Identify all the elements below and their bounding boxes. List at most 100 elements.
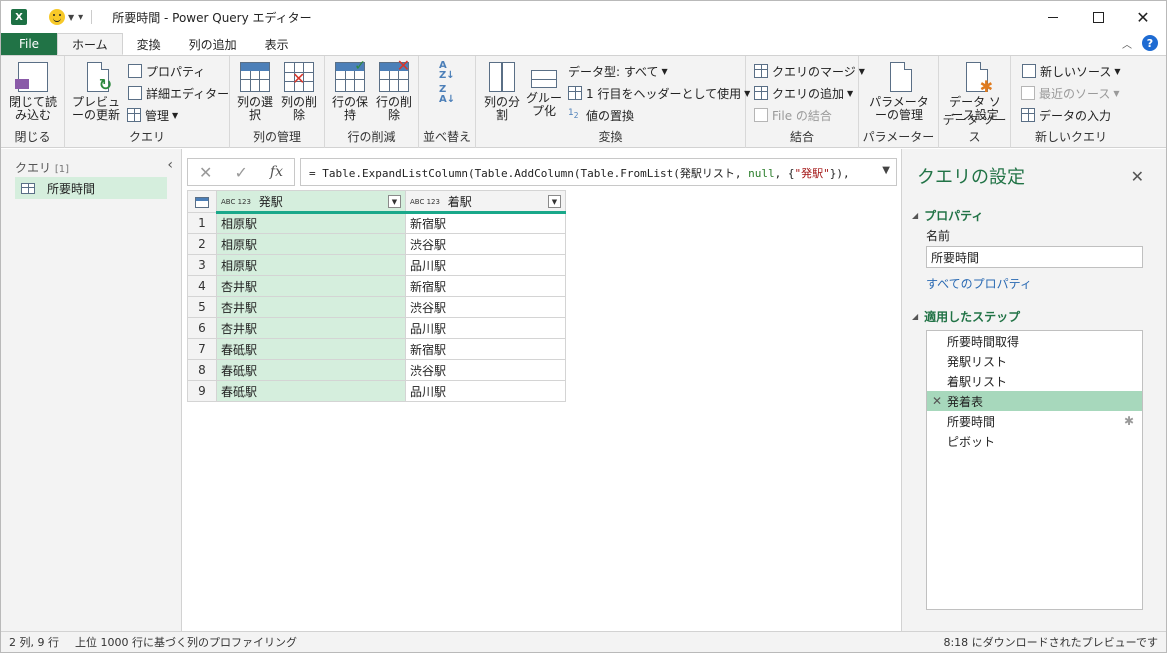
status-profiling[interactable]: 上位 1000 行に基づく列のプロファイリング <box>75 634 297 650</box>
cancel-formula-icon[interactable]: ✕ <box>199 163 212 182</box>
row-number[interactable]: 2 <box>187 233 217 255</box>
maximize-button[interactable] <box>1075 1 1121 33</box>
append-queries-button[interactable]: クエリの追加 ▼ <box>754 83 853 103</box>
cell-arrival[interactable]: 渋谷駅 <box>405 296 566 318</box>
step-item[interactable]: ピボット <box>927 431 1142 451</box>
cell-arrival[interactable]: 新宿駅 <box>405 338 566 360</box>
row-number[interactable]: 5 <box>187 296 217 318</box>
help-icon[interactable]: ? <box>1142 35 1158 51</box>
use-first-row-header-button[interactable]: 1 行目をヘッダーとして使用 ▼ <box>568 83 750 103</box>
sort-descending-button[interactable]: Z A↓ <box>439 85 455 105</box>
data-type-label: データ型: すべて <box>568 64 659 79</box>
tab-add-column[interactable]: 列の追加 <box>175 33 251 55</box>
column-header-arrival[interactable]: ABC 123 着駅 ▼ <box>405 190 566 214</box>
new-source-button[interactable]: 新しいソース ▼ <box>1021 61 1121 81</box>
gear-icon[interactable]: ✱ <box>1124 414 1134 428</box>
properties-section-header[interactable]: ◢ プロパティ <box>912 207 983 224</box>
manage-parameters-button[interactable]: パラメーターの管理 <box>863 62 935 122</box>
advanced-editor-button[interactable]: 詳細エディター <box>127 83 229 103</box>
manage-button[interactable]: 管理 ▼ <box>127 105 178 125</box>
enter-data-button[interactable]: データの入力 <box>1021 105 1111 125</box>
properties-button[interactable]: プロパティ <box>127 61 205 81</box>
replace-values-button[interactable]: 12 値の置換 <box>568 105 634 125</box>
filter-dropdown-icon[interactable]: ▼ <box>548 195 561 208</box>
chevron-down-icon: ▼ <box>847 88 854 98</box>
sort-ascending-button[interactable]: A Z↓ <box>439 61 455 81</box>
row-number[interactable]: 9 <box>187 380 217 402</box>
choose-columns-button[interactable]: 列の選択 <box>234 62 276 122</box>
query-name-input[interactable] <box>926 246 1143 268</box>
column-header-departure[interactable]: ABC 123 発駅 ▼ <box>216 190 406 214</box>
cell-departure[interactable]: 春砥駅 <box>216 338 406 360</box>
remove-columns-label: 列の削除 <box>280 95 317 122</box>
row-number[interactable]: 1 <box>187 212 217 234</box>
formula-bar[interactable]: = Table.ExpandListColumn(Table.AddColumn… <box>300 158 897 186</box>
table-menu-button[interactable] <box>187 190 217 213</box>
row-number[interactable]: 8 <box>187 359 217 381</box>
row-number[interactable]: 7 <box>187 338 217 360</box>
enter-data-icon <box>1021 108 1035 122</box>
tab-transform[interactable]: 変換 <box>123 33 175 55</box>
row-number[interactable]: 4 <box>187 275 217 297</box>
chevron-down-icon[interactable]: ▼ <box>68 13 74 22</box>
group-new-query: 新しいソース ▼ 最近のソース ▼ データの入力 新しいクエリ <box>1011 56 1131 148</box>
close-window-button[interactable]: ✕ <box>1120 1 1166 33</box>
remove-columns-button[interactable]: ✕ 列の削除 <box>278 62 320 122</box>
data-type-dropdown[interactable]: データ型: すべて ▼ <box>568 61 668 81</box>
cell-arrival[interactable]: 品川駅 <box>405 317 566 339</box>
cell-arrival[interactable]: 品川駅 <box>405 380 566 402</box>
column-name: 着駅 <box>447 194 472 209</box>
cell-arrival[interactable]: 新宿駅 <box>405 275 566 297</box>
tab-home[interactable]: ホーム <box>57 33 123 55</box>
all-properties-link[interactable]: すべてのプロパティ <box>926 275 1032 292</box>
cell-arrival[interactable]: 品川駅 <box>405 254 566 276</box>
tab-file[interactable]: File <box>1 33 57 55</box>
preview-refresh-button[interactable]: ↻ プレビューの更新 <box>67 62 125 122</box>
cell-arrival[interactable]: 新宿駅 <box>405 212 566 234</box>
step-item[interactable]: 発駅リスト <box>927 351 1142 371</box>
table-row: 1 相原駅 新宿駅 <box>187 212 566 234</box>
row-number[interactable]: 3 <box>187 254 217 276</box>
cell-arrival[interactable]: 渋谷駅 <box>405 233 566 255</box>
cell-departure[interactable]: 春砥駅 <box>216 359 406 381</box>
query-item[interactable]: 所要時間 <box>15 177 167 199</box>
filter-dropdown-icon[interactable]: ▼ <box>388 195 401 208</box>
cell-departure[interactable]: 杏井駅 <box>216 296 406 318</box>
cell-arrival[interactable]: 渋谷駅 <box>405 359 566 381</box>
row-number[interactable]: 6 <box>187 317 217 339</box>
minimize-button[interactable] <box>1030 1 1076 33</box>
collapse-triangle-icon: ◢ <box>912 211 919 220</box>
cell-departure[interactable]: 相原駅 <box>216 233 406 255</box>
step-item[interactable]: 所要時間取得 <box>927 331 1142 351</box>
append-queries-icon <box>754 86 768 100</box>
cell-departure[interactable]: 相原駅 <box>216 254 406 276</box>
collapse-pane-icon[interactable]: ‹ <box>167 157 173 173</box>
step-item[interactable]: 着駅リスト <box>927 371 1142 391</box>
smiley-icon[interactable] <box>49 9 65 25</box>
delete-step-icon[interactable]: ✕ <box>932 394 942 408</box>
close-icon[interactable]: ✕ <box>1131 167 1144 186</box>
customize-qat-icon[interactable]: ▾ <box>78 12 83 23</box>
group-by-button[interactable]: グループ化 <box>524 62 564 118</box>
collapse-ribbon-icon[interactable]: ︿ <box>1122 36 1132 51</box>
expand-formula-icon[interactable]: ▼ <box>882 165 890 176</box>
cell-departure[interactable]: 杏井駅 <box>216 317 406 339</box>
group-by-label: グループ化 <box>525 91 562 118</box>
queries-count: [1] <box>54 164 70 175</box>
type-any-icon: ABC 123 <box>410 197 440 206</box>
applied-steps-header[interactable]: ◢ 適用したステップ <box>912 308 1020 325</box>
tab-view[interactable]: 表示 <box>251 33 303 55</box>
cell-departure[interactable]: 春砥駅 <box>216 380 406 402</box>
step-item[interactable]: 所要時間 ✱ <box>927 411 1142 431</box>
fx-icon[interactable]: fx <box>270 164 283 180</box>
confirm-formula-icon[interactable]: ✓ <box>234 163 247 182</box>
cell-departure[interactable]: 相原駅 <box>216 212 406 234</box>
split-column-button[interactable]: 列の分割 <box>482 62 522 122</box>
remove-rows-button[interactable]: ✕ 行の削除 <box>373 58 415 122</box>
close-and-load-button[interactable]: 閉じて読み込む <box>7 62 59 122</box>
step-item-selected[interactable]: ✕ 発着表 <box>927 391 1142 411</box>
keep-rows-button[interactable]: ✓ 行の保持 <box>329 59 371 122</box>
merge-queries-button[interactable]: クエリのマージ ▼ <box>754 61 865 81</box>
cell-departure[interactable]: 杏井駅 <box>216 275 406 297</box>
merge-queries-icon <box>754 64 768 78</box>
